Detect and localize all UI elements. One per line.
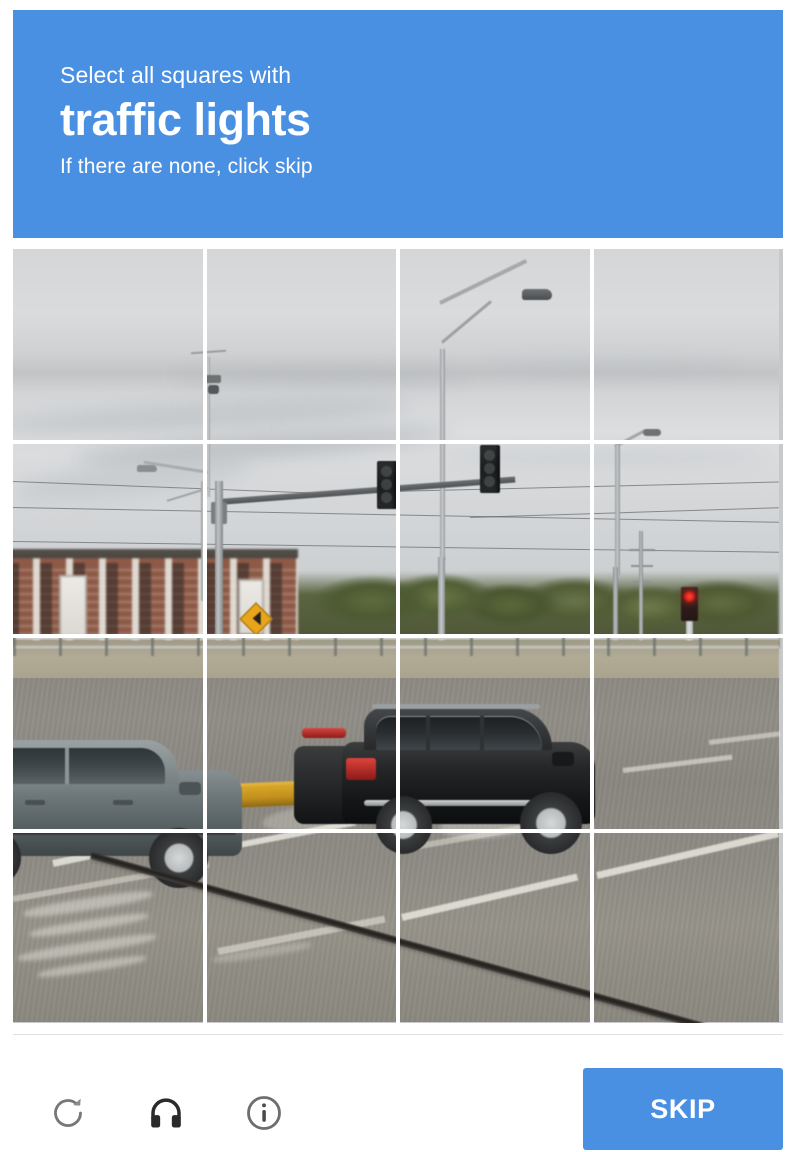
challenge-header: Select all squares with traffic lights I… [13, 10, 783, 238]
image-tile-r1c4[interactable] [593, 249, 783, 440]
image-tile-r1c3[interactable] [400, 249, 590, 440]
image-tile-r3c3[interactable] [400, 638, 590, 829]
prompt-target-text: traffic lights [60, 94, 311, 145]
image-tile-r2c4[interactable] [593, 443, 783, 634]
image-tile-r4c2[interactable] [206, 832, 396, 1023]
image-tile-r4c3[interactable] [400, 832, 590, 1023]
challenge-footer: SKIP [13, 1035, 783, 1150]
image-tile-r2c2[interactable] [206, 443, 396, 634]
recaptcha-card: Select all squares with traffic lights I… [13, 10, 783, 1150]
scene-photo [13, 249, 203, 440]
help-info-button[interactable] [241, 1090, 287, 1136]
image-tile-r4c1[interactable] [13, 832, 203, 1023]
image-tile-r1c2[interactable] [206, 249, 396, 440]
image-tile-r2c1[interactable] [13, 443, 203, 634]
footer-action-group [45, 1090, 287, 1136]
skip-button[interactable]: SKIP [583, 1068, 783, 1150]
challenge-prompt: Select all squares with traffic lights I… [60, 60, 760, 181]
image-tile-r2c3[interactable] [400, 443, 590, 634]
image-tile-r3c4[interactable] [593, 638, 783, 829]
image-tile-r3c1[interactable] [13, 638, 203, 829]
image-tile-grid [13, 249, 783, 1023]
prompt-note-text: If there are none, click skip [60, 155, 313, 178]
image-tile-r3c2[interactable] [206, 638, 396, 829]
image-tile-r4c4[interactable] [593, 832, 783, 1023]
audio-challenge-button[interactable] [143, 1090, 189, 1136]
headphones-icon [146, 1093, 186, 1133]
refresh-icon [48, 1093, 88, 1133]
info-icon [244, 1093, 284, 1133]
reload-challenge-button[interactable] [45, 1090, 91, 1136]
image-tile-r1c1[interactable] [13, 249, 203, 440]
prompt-lead-text: Select all squares with [60, 62, 292, 88]
